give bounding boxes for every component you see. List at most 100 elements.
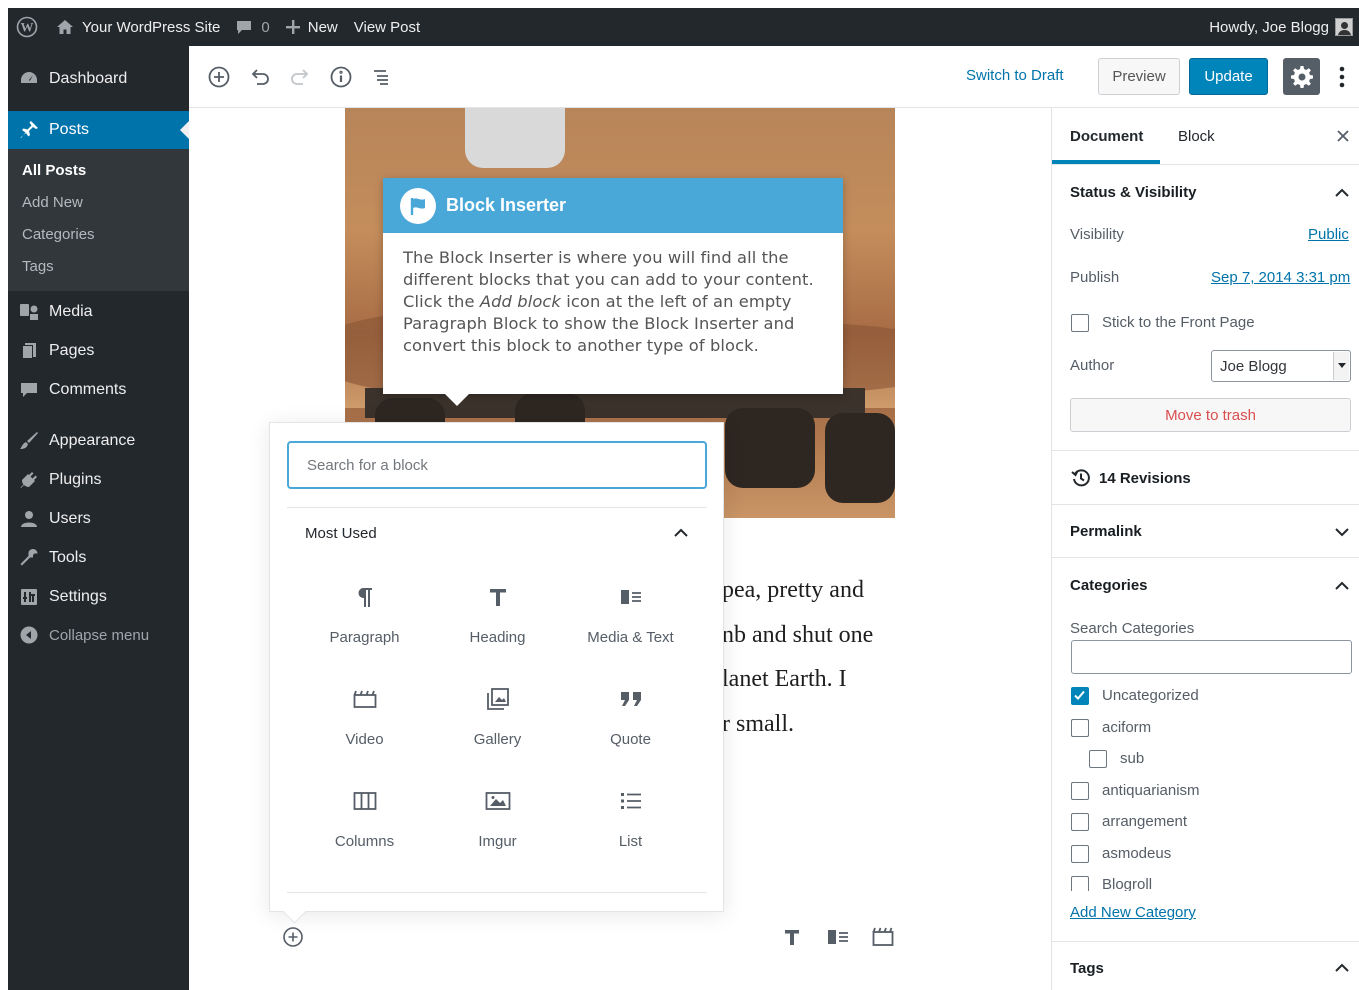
block-heading[interactable]: Heading <box>431 570 564 666</box>
comment-bubble-icon <box>236 19 252 35</box>
block-imgur[interactable]: Imgur <box>431 774 564 870</box>
quote-icon <box>619 684 643 714</box>
admin-menu: Dashboard Posts All Posts Add New Catego… <box>8 46 189 990</box>
visibility-toggle[interactable]: Public <box>1308 226 1349 243</box>
author-select[interactable]: Joe Blogg <box>1211 350 1351 382</box>
category-checkbox-blogroll[interactable] <box>1071 876 1089 891</box>
settings-toggle-button[interactable] <box>1283 58 1320 95</box>
most-used-heading[interactable]: Most Used <box>305 525 377 542</box>
list-icon <box>619 786 643 816</box>
menu-media[interactable]: Media <box>8 293 189 331</box>
post-paragraph-line[interactable]: nb and shut one <box>722 622 873 649</box>
submenu-all-posts[interactable]: All Posts <box>8 155 189 187</box>
block-search-input[interactable] <box>287 441 707 489</box>
tab-document[interactable]: Document <box>1070 128 1143 145</box>
comments-link[interactable]: 0 <box>228 8 277 46</box>
revisions-link[interactable]: 14 Revisions <box>1071 468 1191 488</box>
preview-button[interactable]: Preview <box>1098 58 1180 95</box>
category-checkbox-aciform[interactable] <box>1071 719 1089 737</box>
comments-icon <box>18 379 40 401</box>
block-media-text[interactable]: Media & Text <box>564 570 697 666</box>
collapse-arrow-icon <box>18 624 40 646</box>
tooltip-emphasis: Add block <box>479 292 561 311</box>
switch-to-draft-button[interactable]: Switch to Draft <box>966 67 1064 84</box>
menu-plugins[interactable]: Plugins <box>8 461 189 499</box>
menu-settings[interactable]: Settings <box>8 578 189 616</box>
image-rover-head <box>465 108 565 168</box>
collapse-menu-label: Collapse menu <box>49 626 150 644</box>
search-categories-input[interactable] <box>1071 640 1352 674</box>
chevron-up-icon[interactable] <box>670 523 692 543</box>
close-icon[interactable] <box>1336 127 1350 148</box>
menu-dashboard-label: Dashboard <box>49 70 128 87</box>
undo-button[interactable] <box>247 64 273 90</box>
chevron-up-icon[interactable] <box>1333 577 1351 595</box>
category-checkbox-antiquarianism[interactable] <box>1071 782 1089 800</box>
menu-tools[interactable]: Tools <box>8 539 189 577</box>
post-paragraph-line[interactable]: pea, pretty and <box>722 577 864 604</box>
my-account-link[interactable]: Howdy, Joe Blogg <box>1201 8 1359 46</box>
publish-label: Publish <box>1070 269 1120 286</box>
menu-comments[interactable]: Comments <box>8 371 189 409</box>
redo-button[interactable] <box>287 64 313 90</box>
block-navigation-button[interactable] <box>368 64 394 90</box>
menu-users[interactable]: Users <box>8 500 189 538</box>
post-paragraph-line[interactable]: r small. <box>722 711 794 738</box>
plugin-icon <box>18 469 40 491</box>
quick-insert-heading-button[interactable] <box>780 926 804 948</box>
panel-tags-title[interactable]: Tags <box>1070 960 1104 977</box>
post-paragraph-line[interactable]: lanet Earth. I <box>722 666 847 693</box>
category-checkbox-sub[interactable] <box>1089 750 1107 768</box>
add-block-button[interactable] <box>206 64 232 90</box>
chevron-down-icon[interactable] <box>1333 523 1351 541</box>
menu-pages[interactable]: Pages <box>8 332 189 370</box>
block-paragraph[interactable]: Paragraph <box>298 570 431 666</box>
block-columns[interactable]: Columns <box>298 774 431 870</box>
panel-categories-title[interactable]: Categories <box>1070 577 1148 594</box>
move-to-trash-button[interactable]: Move to trash <box>1070 398 1351 432</box>
paragraph-icon <box>355 582 375 612</box>
menu-appearance[interactable]: Appearance <box>8 422 189 460</box>
category-checkbox-arrangement[interactable] <box>1071 813 1089 831</box>
add-new-category-link[interactable]: Add New Category <box>1070 904 1196 921</box>
submenu-tags[interactable]: Tags <box>8 251 189 283</box>
add-block-icon <box>282 926 304 948</box>
update-button[interactable]: Update <box>1189 58 1268 95</box>
submenu-categories[interactable]: Categories <box>8 219 189 251</box>
block-label: Video <box>345 731 384 748</box>
chevron-up-icon[interactable] <box>1333 959 1351 977</box>
block-video[interactable]: Video <box>298 672 431 768</box>
quick-insert-video-button[interactable] <box>871 926 895 948</box>
view-post-link[interactable]: View Post <box>346 8 428 46</box>
publish-date-toggle[interactable]: Sep 7, 2014 3:31 pm <box>1211 269 1350 286</box>
category-list-clip: Blogroll <box>1052 874 1359 891</box>
content-info-button[interactable] <box>328 64 354 90</box>
inline-add-block-button[interactable] <box>281 926 305 948</box>
menu-users-label: Users <box>49 510 91 527</box>
new-content-link[interactable]: New <box>278 8 346 46</box>
block-list[interactable]: List <box>564 774 697 870</box>
site-name-link[interactable]: Your WordPress Site <box>48 8 228 46</box>
panel-status-visibility-title[interactable]: Status & Visibility <box>1070 184 1196 201</box>
admin-bar: W Your WordPress Site 0 New View Post Ho… <box>8 8 1359 46</box>
menu-posts[interactable]: Posts <box>8 111 189 149</box>
block-quote[interactable]: Quote <box>564 672 697 768</box>
menu-dashboard[interactable]: Dashboard <box>8 60 189 98</box>
tab-block[interactable]: Block <box>1178 128 1215 145</box>
search-categories-label: Search Categories <box>1070 620 1195 637</box>
svg-text:W: W <box>21 20 34 35</box>
image-rover-wheel <box>825 413 895 503</box>
wordpress-logo-icon[interactable]: W <box>8 8 48 46</box>
submenu-add-new[interactable]: Add New <box>8 187 189 219</box>
quick-insert-media-text-button[interactable] <box>826 926 850 948</box>
chevron-up-icon[interactable] <box>1333 184 1351 202</box>
sticky-checkbox[interactable] <box>1071 314 1089 332</box>
block-gallery[interactable]: Gallery <box>431 672 564 768</box>
panel-permalink-title[interactable]: Permalink <box>1070 523 1142 540</box>
category-checkbox-uncategorized[interactable] <box>1071 687 1089 705</box>
more-options-button[interactable] <box>1334 64 1350 90</box>
new-label: New <box>307 18 338 36</box>
flag-icon <box>400 187 436 224</box>
category-checkbox-asmodeus[interactable] <box>1071 845 1089 863</box>
collapse-menu-button[interactable]: Collapse menu <box>8 616 189 654</box>
